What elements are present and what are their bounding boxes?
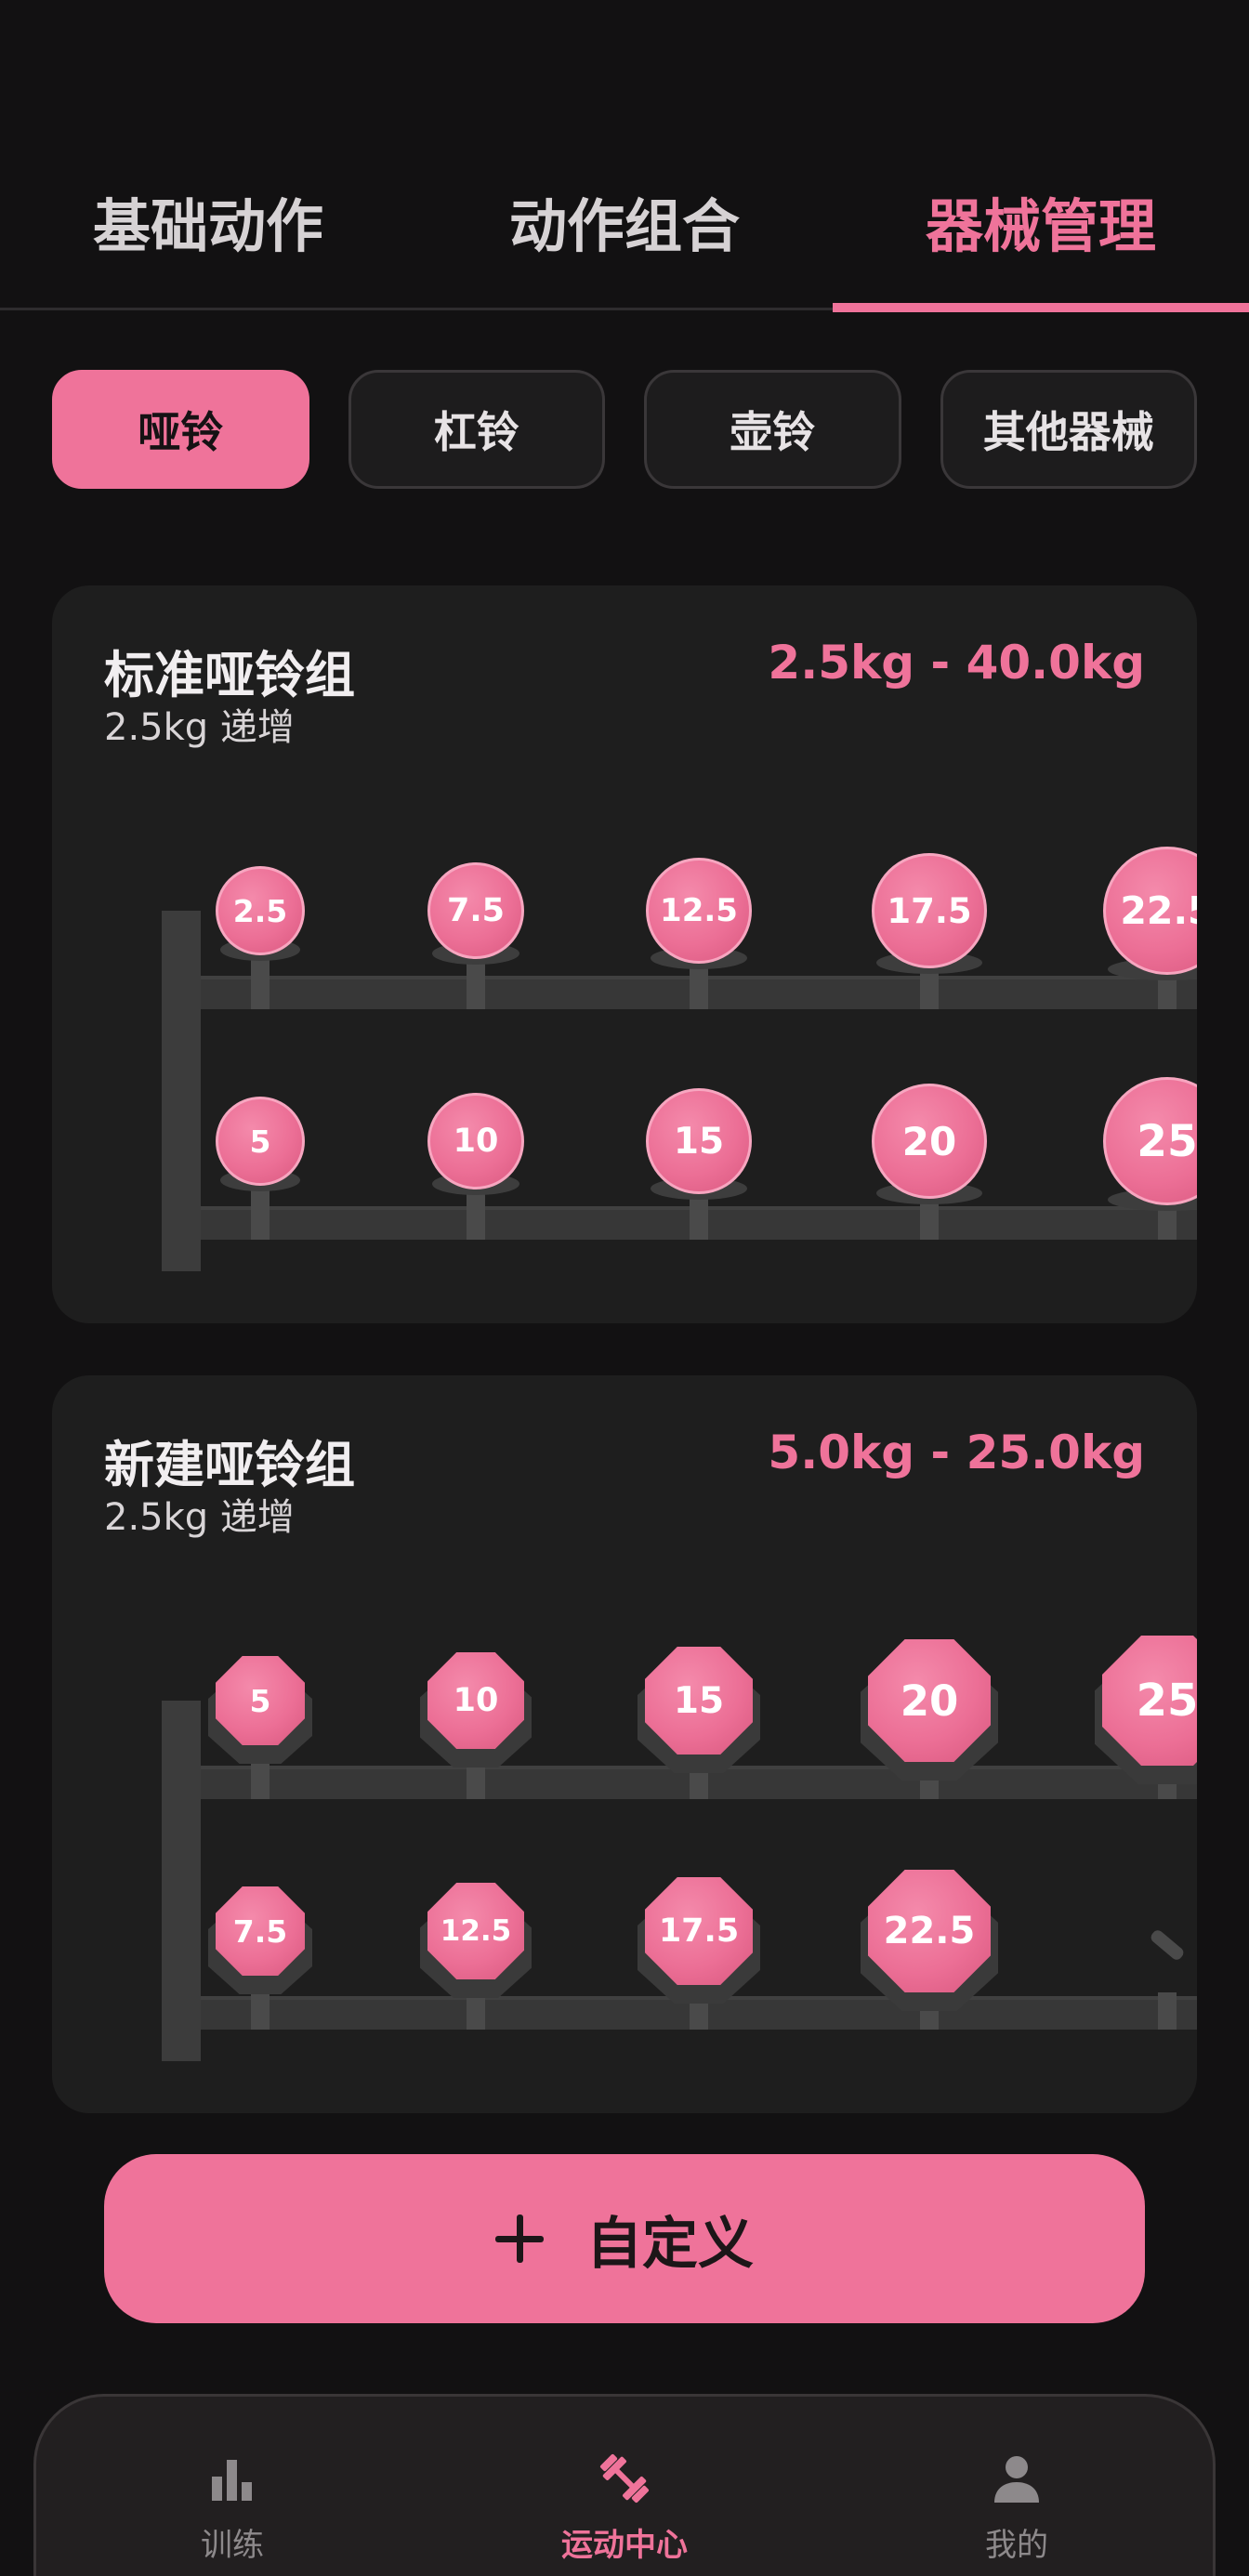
top-tab-bar: 基础动作 动作组合 器械管理 <box>0 139 1249 312</box>
weight-partial <box>1149 1927 1186 1963</box>
dumbbell-weight[interactable]: 22.5 <box>868 1870 991 1992</box>
weight-label: 15 <box>673 1679 725 1722</box>
dumbbell-weight[interactable]: 17.5 <box>872 853 987 968</box>
weight-label: 17.5 <box>658 1912 740 1950</box>
dumbbell-weight[interactable]: 22.5 <box>1103 847 1197 975</box>
weight-label: 15 <box>673 1120 725 1163</box>
dumbbell-weight[interactable]: 7.5 <box>427 862 524 959</box>
dumbbell-set-card[interactable]: 新建哑铃组 2.5kg 递增 5.0kg - 25.0kg 5 10 15 20 25 7… <box>52 1375 1197 2113</box>
nav-item-sports-center[interactable]: 运动中心 <box>428 2397 821 2576</box>
weight-label: 10 <box>453 1123 499 1160</box>
tab-equipment-management[interactable]: 器械管理 <box>833 139 1249 312</box>
card-weight-range: 2.5kg - 40.0kg <box>768 636 1145 690</box>
rack-post <box>162 911 201 1271</box>
filter-other-equipment[interactable]: 其他器械 <box>940 370 1197 489</box>
card-increment: 2.5kg 递增 <box>104 706 295 749</box>
dumbbell-weight[interactable]: 12.5 <box>646 858 752 964</box>
person-icon <box>994 2456 1039 2503</box>
weight-label: 25 <box>1136 1675 1197 1727</box>
weight-label: 12.5 <box>440 1914 512 1948</box>
tab-basic-actions[interactable]: 基础动作 <box>0 139 416 310</box>
bar-chart-icon <box>212 2460 252 2501</box>
dumbbell-weight[interactable]: 5 <box>216 1656 305 1745</box>
weight-label: 7.5 <box>232 1912 288 1950</box>
filter-barbell[interactable]: 杠铃 <box>348 370 605 489</box>
weight-label: 17.5 <box>887 890 972 931</box>
custom-button-label: 自定义 <box>586 2211 754 2277</box>
dumbbell-weight[interactable]: 15 <box>646 1088 752 1194</box>
tab-action-combos[interactable]: 动作组合 <box>416 139 833 310</box>
nav-label: 我的 <box>985 2527 1048 2564</box>
nav-label: 训练 <box>201 2527 264 2564</box>
plus-icon <box>495 2215 544 2263</box>
dumbbell-weight[interactable]: 12.5 <box>427 1883 524 1979</box>
weight-label: 22.5 <box>883 1910 976 1952</box>
equipment-filter-bar: 哑铃 杠铃 壶铃 其他器械 <box>52 370 1197 489</box>
weight-label: 22.5 <box>1120 888 1197 933</box>
dumbbell-weight[interactable]: 15 <box>645 1647 753 1755</box>
dumbbell-weight[interactable]: 20 <box>872 1084 987 1199</box>
card-increment: 2.5kg 递增 <box>104 1496 295 1539</box>
dumbbell-weight[interactable]: 10 <box>427 1093 524 1189</box>
custom-add-button[interactable]: 自定义 <box>104 2154 1145 2323</box>
nav-item-profile[interactable]: 我的 <box>821 2397 1213 2576</box>
card-weight-range: 5.0kg - 25.0kg <box>768 1426 1145 1479</box>
dumbbell-icon <box>599 2453 650 2504</box>
filter-kettlebell[interactable]: 壶铃 <box>644 370 901 489</box>
rack-post <box>162 1701 201 2061</box>
dumbbell-weight[interactable]: 20 <box>868 1639 991 1762</box>
weight-label: 5 <box>249 1123 271 1160</box>
weight-label: 7.5 <box>446 892 505 929</box>
nav-item-training[interactable]: 训练 <box>36 2397 428 2576</box>
weight-label: 25 <box>1137 1115 1197 1167</box>
weight-label: 5 <box>249 1682 271 1719</box>
weight-label: 10 <box>453 1682 499 1719</box>
weight-label: 20 <box>901 1118 957 1164</box>
nav-label: 运动中心 <box>561 2527 688 2564</box>
dumbbell-weight[interactable]: 2.5 <box>216 866 305 955</box>
weight-label: 2.5 <box>232 892 288 929</box>
bottom-navigation: 训练 运动中心 我的 <box>33 2394 1216 2576</box>
dumbbell-weight[interactable]: 25 <box>1103 1077 1197 1205</box>
dumbbell-weight[interactable]: 5 <box>216 1097 305 1186</box>
weight-label: 20 <box>900 1676 959 1726</box>
filter-dumbbell[interactable]: 哑铃 <box>52 370 309 489</box>
dumbbell-set-card[interactable]: 标准哑铃组 2.5kg 递增 2.5kg - 40.0kg 2.5 7.5 12.5… <box>52 585 1197 1323</box>
weight-label: 12.5 <box>660 892 738 929</box>
